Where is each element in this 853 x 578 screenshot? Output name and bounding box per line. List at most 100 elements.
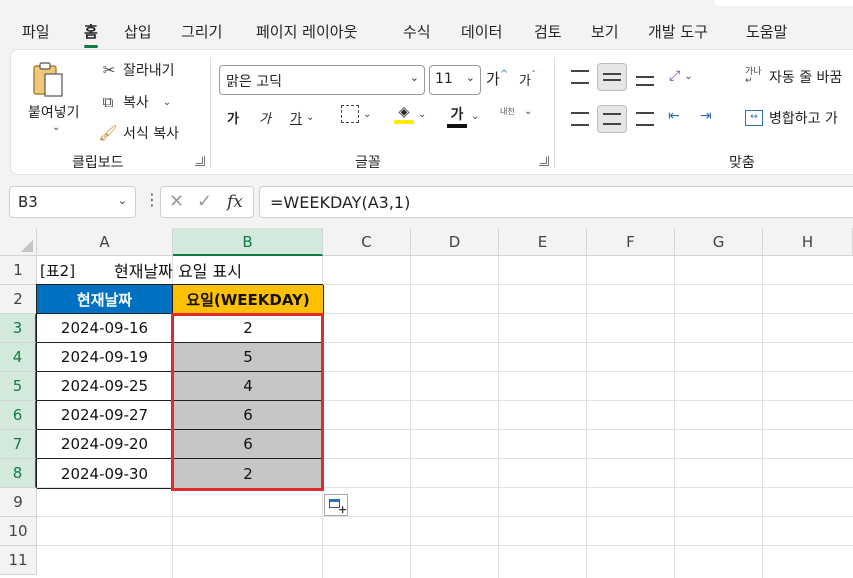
formula-buttons: ✕ ✓ fx	[160, 186, 254, 218]
chevron-down-icon[interactable]: ⌄	[471, 111, 479, 122]
chevron-down-icon[interactable]: ⌄	[524, 106, 532, 117]
cell-b7[interactable]: 6	[173, 430, 324, 459]
column-header-e[interactable]: E	[499, 228, 587, 256]
font-launcher-icon[interactable]	[539, 156, 549, 166]
tab-data[interactable]: 데이터	[461, 21, 502, 42]
format-painter-label: 서식 복사	[123, 126, 179, 142]
increase-indent-icon: ⇥	[700, 108, 712, 124]
clipboard-launcher-icon[interactable]	[195, 156, 205, 166]
cancel-icon[interactable]: ✕	[169, 191, 184, 212]
format-painter-button[interactable]: 🖌 서식 복사	[97, 123, 179, 143]
row-header-2[interactable]: 2	[0, 285, 37, 314]
chevron-down-icon[interactable]: ⌄	[418, 109, 426, 120]
cell-b8[interactable]: 2	[173, 459, 324, 489]
more-icon[interactable]: ⋮	[144, 190, 160, 209]
orientation-button[interactable]: ⤢ ⌄	[669, 68, 693, 84]
column-header-f[interactable]: F	[587, 228, 675, 256]
row-header-3[interactable]: 3	[0, 314, 37, 343]
chevron-down-icon[interactable]: ⌄	[363, 109, 371, 120]
column-header-b[interactable]: B	[173, 228, 323, 256]
row-header-4[interactable]: 4	[0, 343, 37, 372]
font-size-dropdown[interactable]: 11 ⌄	[429, 65, 481, 95]
insert-function-icon[interactable]: fx	[227, 192, 243, 212]
italic-button[interactable]: 가	[259, 108, 271, 127]
row-header-6[interactable]: 6	[0, 401, 37, 430]
cell-a5[interactable]: 2024-09-25	[37, 372, 173, 401]
column-header-c[interactable]: C	[323, 228, 411, 256]
font-color-icon: 가	[447, 104, 467, 128]
align-top-icon[interactable]	[571, 70, 589, 84]
chevron-down-icon[interactable]: ⌄	[118, 194, 127, 207]
font-name-dropdown[interactable]: 맑은 고딕 ⌄	[219, 65, 425, 95]
cell-a8[interactable]: 2024-09-30	[37, 459, 173, 489]
decrease-indent-button[interactable]: ⇤	[668, 108, 680, 124]
cut-button[interactable]: ✂ 잘라내기	[99, 60, 175, 80]
align-middle-button[interactable]	[597, 63, 627, 91]
cell-a1[interactable]: [표2]	[40, 256, 75, 284]
tab-insert[interactable]: 삽입	[124, 21, 152, 42]
gridline	[498, 256, 499, 578]
cell-b4[interactable]: 5	[173, 343, 324, 372]
chevron-down-icon[interactable]: ⌄	[306, 112, 314, 123]
column-header-d[interactable]: D	[411, 228, 499, 256]
column-header-g[interactable]: G	[675, 228, 763, 256]
copy-dropdown-icon[interactable]: ⌄	[163, 97, 171, 108]
formula-input[interactable]: =WEEKDAY(A3,1)	[259, 186, 853, 218]
align-bottom-icon[interactable]	[636, 76, 654, 86]
enter-icon[interactable]: ✓	[197, 191, 212, 212]
shrink-font-button[interactable]: 가ˇ	[519, 70, 536, 89]
tab-review[interactable]: 검토	[534, 21, 562, 42]
align-center-button[interactable]	[597, 105, 627, 133]
tab-page-layout[interactable]: 페이지 레이아웃	[256, 21, 357, 42]
row-header-11[interactable]: 11	[0, 546, 37, 575]
paste-label[interactable]: 붙여넣기	[28, 102, 80, 122]
cell-a7[interactable]: 2024-09-20	[37, 430, 173, 459]
grow-font-button[interactable]: 가 ^	[486, 68, 508, 89]
align-left-icon[interactable]	[571, 112, 589, 126]
cell-b6[interactable]: 6	[173, 401, 324, 430]
gridline	[762, 256, 763, 578]
column-header-h[interactable]: H	[763, 228, 853, 256]
tab-file[interactable]: 파일	[22, 21, 50, 42]
row-header-7[interactable]: 7	[0, 430, 37, 459]
row-header-1[interactable]: 1	[0, 256, 37, 285]
row-header-10[interactable]: 10	[0, 517, 37, 546]
cell-a3[interactable]: 2024-09-16	[37, 314, 173, 343]
tab-help[interactable]: 도움말	[746, 21, 787, 42]
align-right-icon[interactable]	[636, 112, 654, 126]
cell-a4[interactable]: 2024-09-19	[37, 343, 173, 372]
name-box[interactable]: B3 ⌄	[9, 186, 136, 218]
quick-analysis-icon[interactable]: +	[324, 494, 348, 516]
phonetic-button[interactable]: 내천 ⌄	[500, 106, 532, 117]
bold-button[interactable]: 가	[227, 108, 239, 127]
header-date[interactable]: 현재날짜	[37, 285, 173, 314]
tab-developer[interactable]: 개발 도구	[648, 21, 708, 42]
paste-dropdown-icon[interactable]: ⌄	[52, 122, 60, 133]
column-header-a[interactable]: A	[37, 228, 173, 256]
merge-center-button[interactable]: ↔ 병합하고 가	[745, 108, 838, 128]
tab-view[interactable]: 보기	[591, 21, 619, 42]
chevron-down-icon: ⌄	[409, 71, 419, 84]
row-header-9[interactable]: 9	[0, 488, 37, 517]
row-header-8[interactable]: 8	[0, 459, 37, 488]
increase-indent-button[interactable]: ⇥	[700, 108, 712, 124]
cell-a6[interactable]: 2024-09-27	[37, 401, 173, 430]
cell-b5[interactable]: 4	[173, 372, 324, 401]
underline-button[interactable]: 가 ⌄	[290, 108, 314, 127]
paste-icon[interactable]	[31, 60, 65, 98]
row-header-5[interactable]: 5	[0, 372, 37, 401]
wrap-text-button[interactable]: 가나 ↵ 자동 줄 바꿈	[745, 67, 842, 87]
tab-draw[interactable]: 그리기	[181, 21, 222, 42]
fill-color-button[interactable]: ◈ ⌄	[394, 104, 426, 124]
tab-home[interactable]: 홈	[84, 21, 98, 48]
select-all-button[interactable]	[0, 228, 37, 256]
copy-button[interactable]: ⧉ 복사 ⌄	[97, 92, 172, 112]
cell-b3[interactable]: 2	[173, 314, 324, 343]
spreadsheet-grid[interactable]: A B C D E F G H 1 2 3 4 5 6 7 8 9 10 11 …	[0, 228, 853, 578]
font-name-value: 맑은 고딕	[226, 74, 282, 90]
borders-button[interactable]: ⌄	[341, 105, 371, 123]
tab-formulas[interactable]: 수식	[403, 21, 431, 42]
header-weekday[interactable]: 요일(WEEKDAY)	[173, 285, 324, 314]
font-color-button[interactable]: 가 ⌄	[447, 104, 479, 128]
chevron-down-icon[interactable]: ⌄	[684, 71, 692, 82]
